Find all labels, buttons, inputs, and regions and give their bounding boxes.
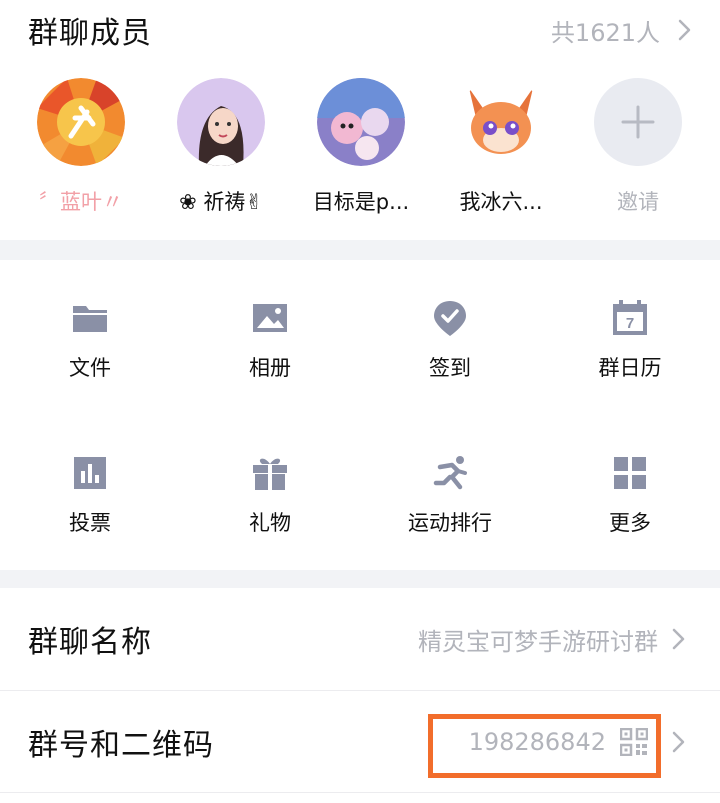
member-name: 目标是p... (312, 190, 410, 214)
member-avatar-list: 〞蓝叶〃 ❀ 祈祷✌ 目标是p... 我冰六... 邀请 (0, 78, 720, 218)
member-item[interactable]: 〞蓝叶〃 (11, 78, 151, 218)
member-item[interactable]: 我冰六... (431, 78, 571, 218)
member-item[interactable]: ❀ 祈祷✌ (151, 78, 291, 218)
chevron-right-icon (672, 628, 685, 650)
invite-label: 邀请 (617, 190, 659, 214)
row-label: 群聊名称 (28, 625, 152, 660)
member-item[interactable]: 目标是p... (291, 78, 431, 218)
highlight-box (428, 714, 661, 778)
tool-album[interactable]: 相册 (180, 298, 360, 408)
invite-circle[interactable] (594, 78, 682, 166)
calendar-day: 7 (626, 315, 634, 332)
group-name-value: 精灵宝可梦手游研讨群 (418, 627, 658, 656)
members-title: 群聊成员 (28, 16, 152, 51)
member-name: 〞蓝叶〃 (39, 190, 123, 214)
tool-files[interactable]: 文件 (0, 298, 180, 408)
tool-gift[interactable]: 礼物 (180, 453, 360, 563)
vote-icon (74, 457, 106, 489)
avatar (177, 78, 265, 166)
row-right: 精灵宝可梦手游研讨群 (418, 588, 686, 690)
run-icon (433, 456, 467, 490)
checkin-icon (434, 301, 466, 336)
section-separator (0, 240, 720, 260)
section-separator (0, 570, 720, 588)
avatar (317, 78, 405, 166)
avatar (37, 78, 125, 166)
member-name: 我冰六... (459, 190, 543, 214)
tool-calendar[interactable]: 7 群日历 (540, 298, 720, 408)
folder-icon (73, 306, 107, 332)
tool-vote[interactable]: 投票 (0, 453, 180, 563)
group-tools-grid: 文件 相册 签到 7 群日历 投票 礼物 运动排行 更多 (0, 260, 720, 570)
tool-label: 签到 (429, 356, 471, 380)
tool-label: 运动排行 (408, 511, 492, 535)
members-header[interactable]: 群聊成员 共1621人 (28, 10, 692, 51)
tool-sports-ranking[interactable]: 运动排行 (360, 453, 540, 563)
chevron-right-icon (678, 19, 691, 41)
tool-checkin[interactable]: 签到 (360, 298, 540, 408)
tool-label: 礼物 (249, 511, 291, 535)
tool-label: 投票 (69, 511, 111, 535)
invite-button[interactable]: 邀请 (568, 78, 708, 218)
plus-icon (621, 105, 655, 139)
row-label: 群号和二维码 (28, 728, 214, 763)
tool-label: 相册 (249, 356, 291, 380)
members-count: 共1621人 (550, 18, 660, 47)
avatar (457, 78, 545, 166)
members-section: 群聊成员 共1621人 〞蓝叶〃 ❀ 祈祷✌ 目标是p... 我冰六... 邀请 (0, 0, 720, 240)
calendar-icon: 7 (613, 300, 647, 335)
grid-icon (614, 457, 646, 489)
row-divider (0, 792, 720, 793)
tool-label: 更多 (609, 511, 651, 535)
tool-label: 群日历 (598, 356, 662, 380)
group-name-row[interactable]: 群聊名称 精灵宝可梦手游研讨群 (0, 588, 720, 690)
members-count-link[interactable]: 共1621人 (551, 13, 692, 48)
tool-label: 文件 (69, 356, 111, 380)
tool-more[interactable]: 更多 (540, 453, 720, 563)
image-icon (253, 304, 287, 332)
gift-icon (253, 458, 287, 490)
member-name: ❀ 祈祷✌ (179, 190, 263, 214)
chevron-right-icon (672, 731, 685, 753)
